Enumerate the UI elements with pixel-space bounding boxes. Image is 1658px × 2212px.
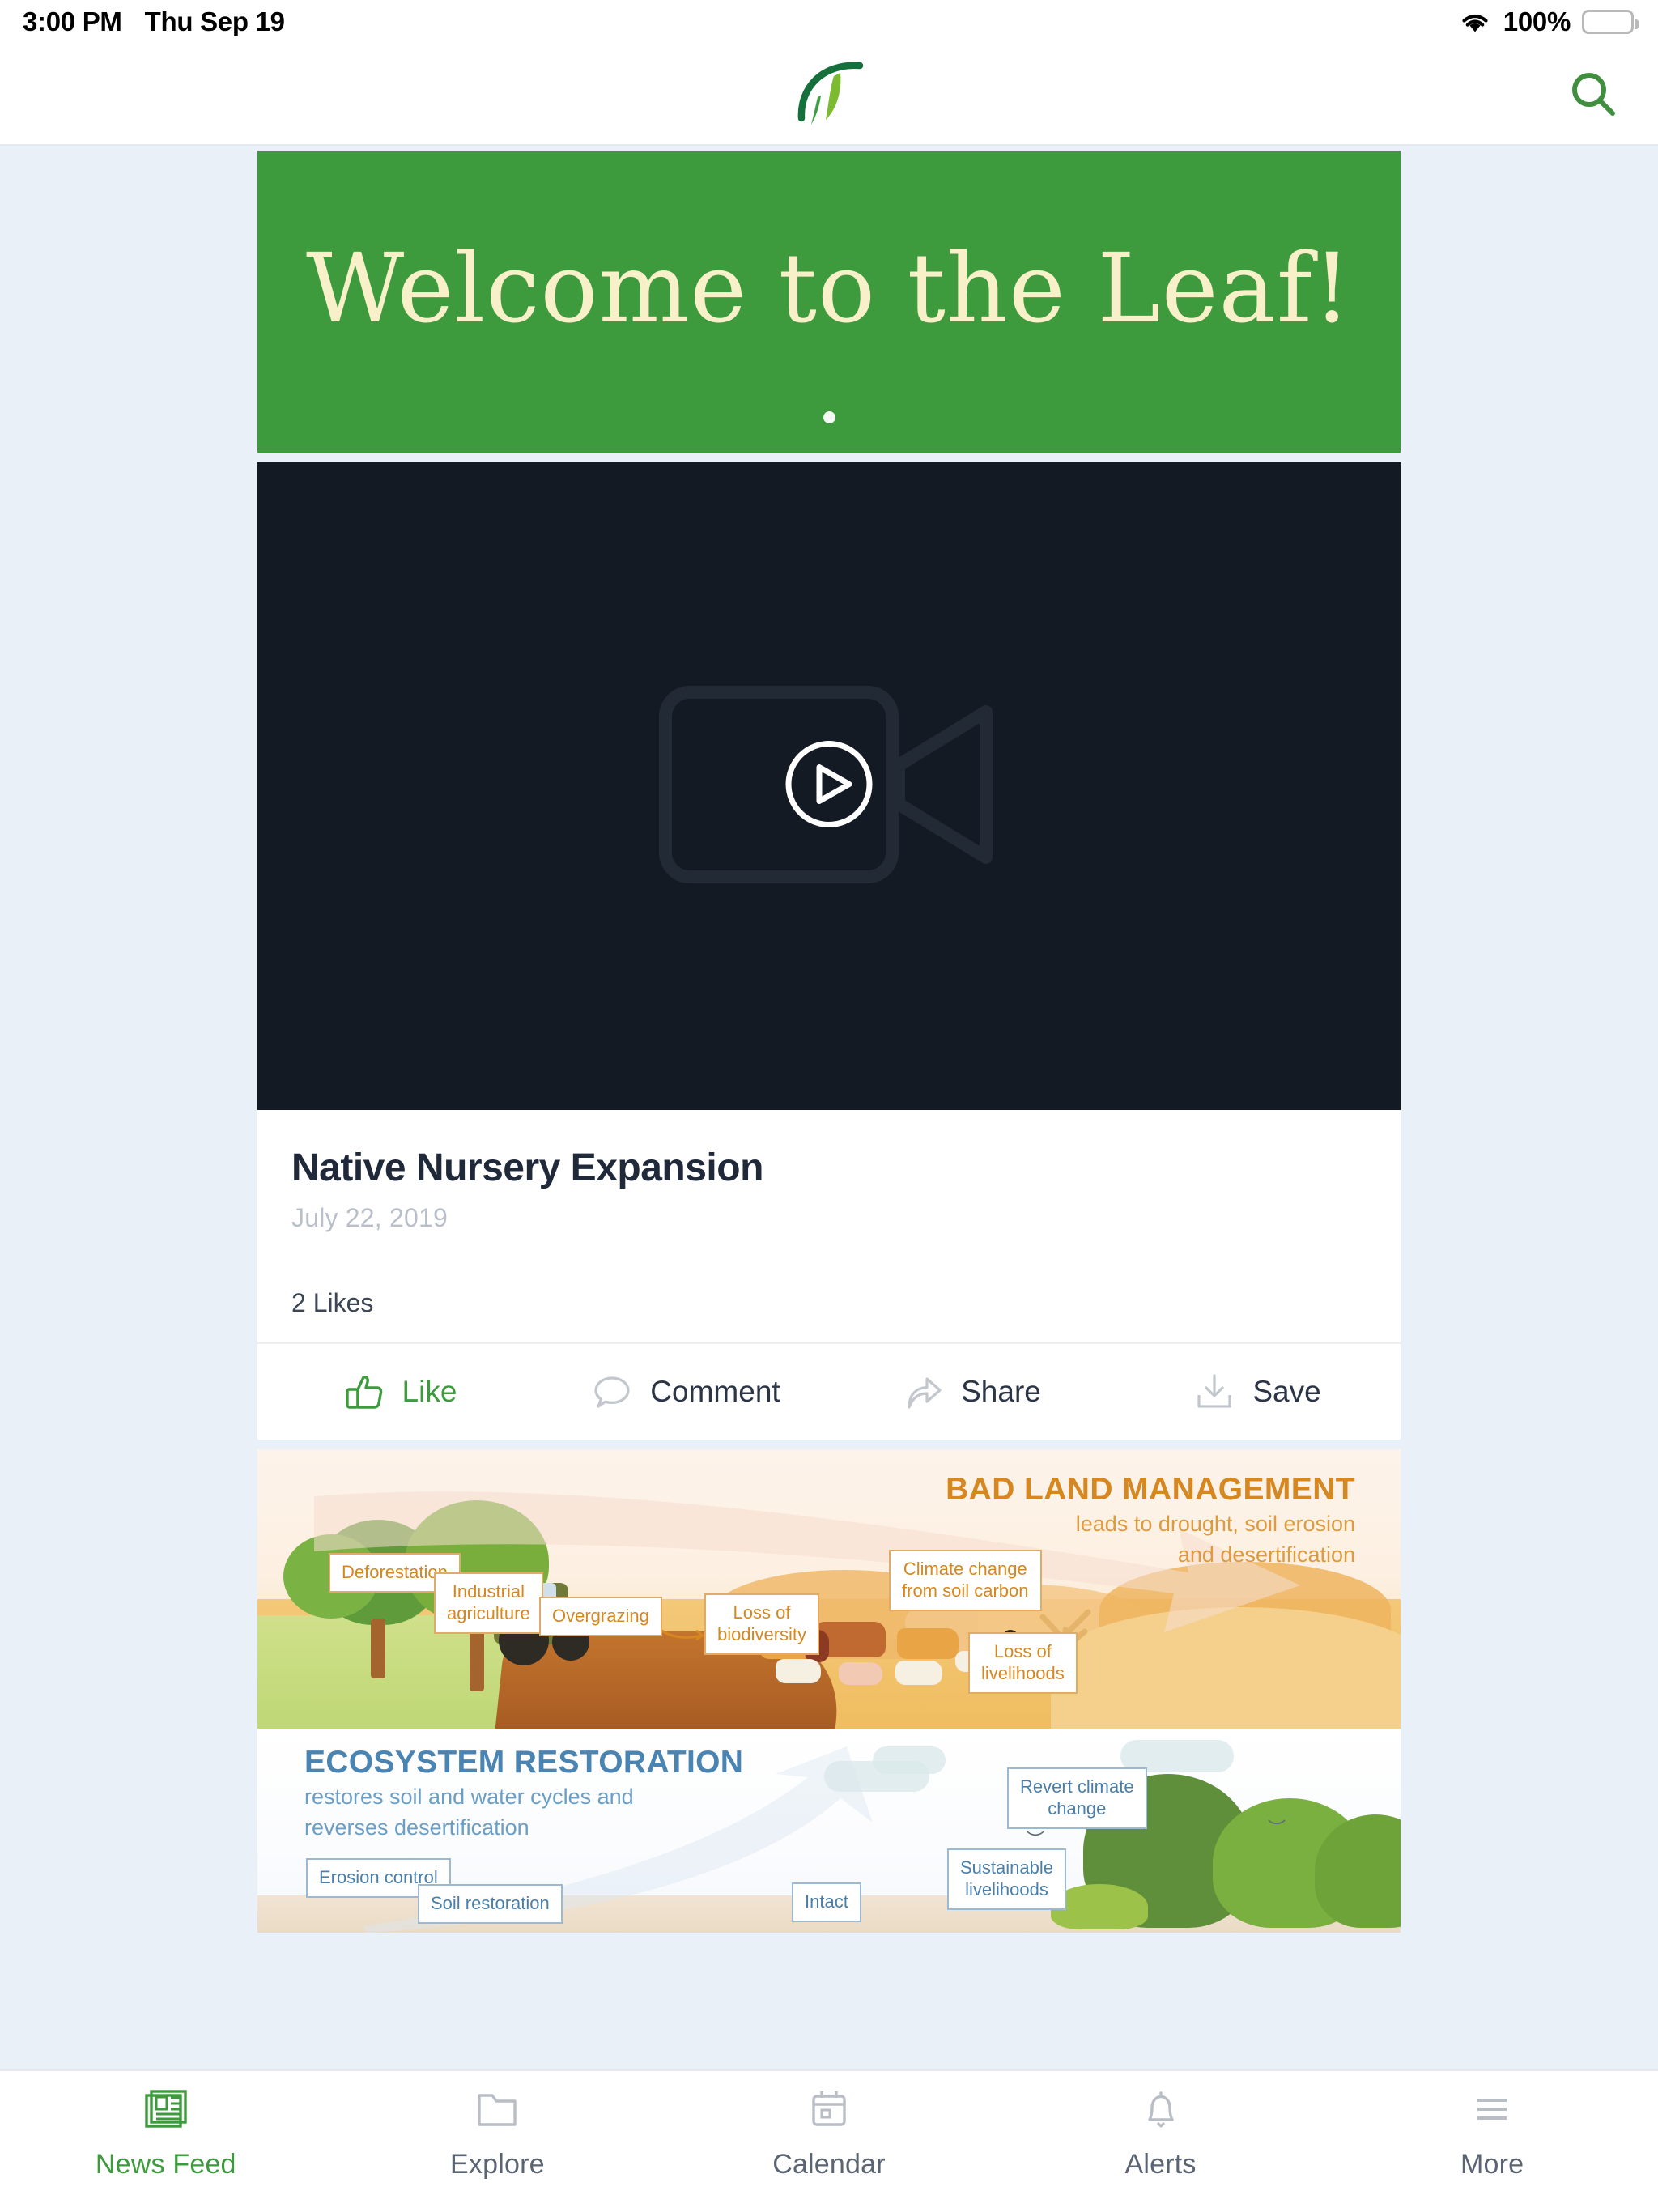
ecosystem-restoration-panel: ︶ ︶ ECOSYSTEM RESTORATION restores soil … [257,1729,1401,1933]
save-button[interactable]: Save [1115,1344,1401,1440]
restoration-heading-block: ECOSYSTEM RESTORATION restores soil and … [304,1745,743,1842]
tab-calendar[interactable]: Calendar [663,2089,995,2180]
video-player[interactable] [257,462,1401,1110]
folder-icon [475,2089,519,2131]
search-icon[interactable] [1562,63,1624,125]
restoration-subheading-2: reverses desertification [304,1814,529,1840]
comment-bubble-icon [592,1372,632,1412]
infographic-label-soil-restoration: Soil restoration [418,1884,563,1924]
app-header [0,44,1658,146]
tab-label-more: More [1460,2149,1524,2180]
bell-icon [1139,2089,1183,2131]
banner-title: Welcome to the Leaf! [306,232,1352,344]
post-body: Native Nursery Expansion July 22, 2019 [257,1110,1401,1233]
tab-explore[interactable]: Explore [332,2089,664,2180]
carousel-dots[interactable] [257,411,1401,423]
like-button[interactable]: Like [257,1344,543,1440]
livestock-illustration [895,1661,942,1685]
battery-full-icon [1582,10,1639,34]
infographic-label-loss-of-livelihoods: Loss of livelihoods [968,1632,1078,1694]
bird-icon: ︶ [1268,1819,1286,1839]
infographic-label-industrial-agriculture: Industrial agriculture [434,1572,543,1634]
leaf-logo-icon[interactable] [780,55,878,134]
tab-more[interactable]: More [1326,2089,1658,2180]
tab-label-explore: Explore [450,2149,545,2180]
tab-label-alerts: Alerts [1124,2149,1197,2180]
save-download-icon [1194,1372,1235,1412]
carousel-dot[interactable] [823,411,835,423]
status-time: 3:00 PM [23,6,122,36]
infographic-label-loss-of-biodiversity: Loss of biodiversity [704,1593,820,1655]
infographic-card[interactable]: BAD LAND MANAGEMENT leads to drought, so… [257,1449,1401,1933]
welcome-banner[interactable]: Welcome to the Leaf! [257,151,1401,453]
tab-label-calendar: Calendar [772,2149,886,2180]
tab-label-news-feed: News Feed [95,2149,236,2180]
calendar-icon [807,2089,851,2131]
status-bar: 3:00 PM Thu Sep 19 100% [0,0,1658,44]
bad-land-heading: BAD LAND MANAGEMENT [946,1472,1355,1507]
infographic-label-intact: Intact [792,1882,861,1922]
tab-alerts[interactable]: Alerts [995,2089,1327,2180]
bottom-tab-bar: News Feed Explore Calendar Alerts More [0,2069,1658,2212]
infographic-label-climate-change: Climate change from soil carbon [889,1550,1042,1611]
restoration-heading: ECOSYSTEM RESTORATION [304,1745,744,1780]
curved-arrow-icon [657,1626,704,1641]
share-arrow-icon [903,1372,943,1412]
hamburger-menu-icon [1470,2089,1514,2131]
save-label: Save [1252,1375,1321,1408]
newspaper-icon [144,2089,188,2131]
likes-row: 2 Likes [257,1288,1401,1344]
livestock-illustration [839,1662,882,1685]
share-button[interactable]: Share [829,1344,1115,1440]
like-label: Like [402,1375,457,1408]
bad-land-subheading-1: leads to drought, soil erosion [1075,1512,1355,1536]
share-label: Share [961,1375,1041,1408]
bad-land-management-panel: BAD LAND MANAGEMENT leads to drought, so… [257,1449,1401,1729]
news-feed: Welcome to the Leaf! Native Nursery Expa… [257,146,1401,1933]
infographic-label-sustainable-livelihoods: Sustainable livelihoods [947,1848,1066,1910]
thumbs-up-icon [344,1372,385,1412]
wifi-icon [1458,9,1492,35]
status-date: Thu Sep 19 [144,6,285,36]
tab-news-feed[interactable]: News Feed [0,2089,332,2180]
post-date: July 22, 2019 [291,1203,448,1232]
post-title: Native Nursery Expansion [291,1146,763,1189]
infographic-label-overgrazing: Overgrazing [539,1597,662,1636]
play-circle-icon[interactable] [781,737,877,836]
post-actions: Like Comment Share Save [257,1344,1401,1440]
post-card: Native Nursery Expansion July 22, 2019 2… [257,462,1401,1440]
battery-percent: 100% [1503,6,1571,36]
comment-label: Comment [650,1375,780,1408]
infographic-label-revert-climate-change: Revert climate change [1007,1767,1147,1829]
likes-count[interactable]: 2 Likes [291,1288,373,1317]
livestock-illustration [776,1659,821,1683]
comment-button[interactable]: Comment [543,1344,829,1440]
feed-scroll-area[interactable]: Welcome to the Leaf! Native Nursery Expa… [0,146,1658,2069]
restoration-subheading-1: restores soil and water cycles and [304,1784,634,1809]
